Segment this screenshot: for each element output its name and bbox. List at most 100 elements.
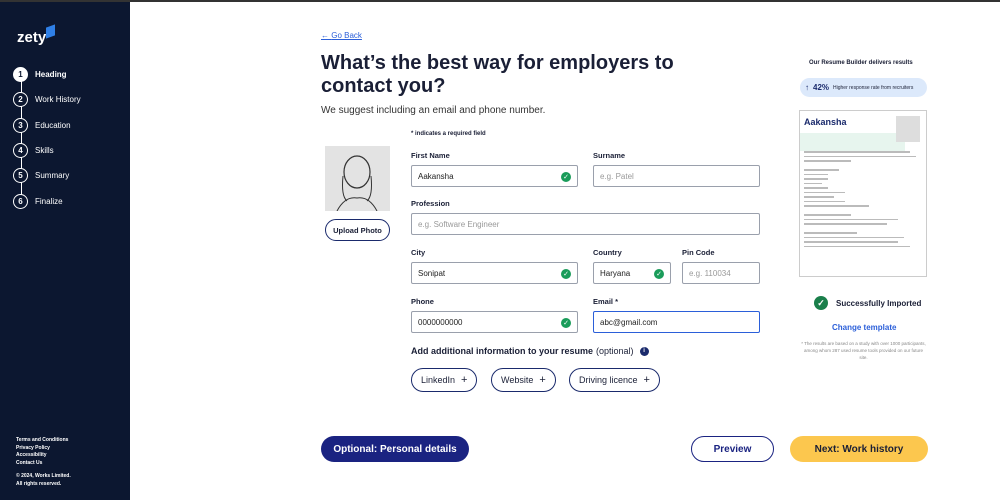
copyright: © 2024, Works Limited. (16, 473, 71, 479)
resume-text-line (804, 205, 869, 207)
step-number: 3 (13, 117, 28, 133)
logo: zety (17, 29, 47, 46)
next-button[interactable]: Next: Work history (790, 436, 928, 462)
chip-label: LinkedIn (421, 375, 456, 385)
badge-value: 42% (813, 83, 830, 92)
status-text: Successfully Imported (836, 298, 922, 308)
arrow-up-icon: ↑ (805, 83, 809, 92)
phone-field: Phone 0000000000 ✓ (411, 297, 578, 333)
email-label: Email * (593, 297, 619, 306)
phone-value: 0000000000 (418, 317, 463, 327)
step-label: Skills (35, 146, 54, 156)
step-label: Heading (35, 70, 67, 80)
add-driving-licence-button[interactable]: Driving licence + (569, 368, 660, 392)
step-work-history[interactable]: 2 Work History (13, 87, 81, 112)
add-linkedin-button[interactable]: LinkedIn + (411, 368, 478, 392)
optional-personal-details-button[interactable]: Optional: Personal details (321, 436, 469, 462)
step-number: 2 (13, 92, 28, 108)
resume-text-line (804, 169, 840, 171)
change-template-link[interactable]: Change template (832, 323, 896, 332)
pin-code-input[interactable]: e.g. 110034 (682, 262, 760, 284)
sidebar-footer: Terms and Conditions Privacy Policy Acce… (16, 437, 71, 488)
country-value: Haryana (600, 268, 631, 278)
plus-icon: + (539, 374, 546, 386)
check-icon: ✓ (654, 269, 664, 279)
surname-input[interactable]: e.g. Patel (593, 165, 760, 187)
resume-text-line (804, 187, 828, 189)
resume-preview[interactable]: Aakansha (799, 110, 927, 277)
top-bar (0, 0, 1000, 2)
check-icon: ✓ (561, 172, 571, 182)
resume-text-line (804, 232, 858, 234)
first-name-label: First Name (411, 151, 450, 160)
import-status: ✓ Successfully Imported (814, 296, 921, 310)
first-name-field: First Name Aakansha ✓ (411, 151, 578, 187)
resume-text-line (804, 245, 911, 247)
accessibility-link[interactable]: Accessibility (16, 452, 71, 460)
badge-text: Higher response rate from recruiters (833, 84, 914, 91)
country-input[interactable]: Haryana ✓ (593, 262, 671, 284)
preview-button[interactable]: Preview (691, 436, 774, 462)
go-back-label: Go Back (331, 31, 362, 40)
response-rate-badge: ↑ 42% Higher response rate from recruiters (800, 78, 927, 97)
city-input[interactable]: Sonipat ✓ (411, 262, 578, 284)
city-value: Sonipat (418, 268, 446, 278)
page-title: What’s the best way for employers to con… (321, 52, 674, 97)
footnote: * The results are based on a study with … (801, 341, 926, 360)
optional-label: (optional) (596, 346, 634, 356)
first-name-value: Aakansha (418, 171, 454, 181)
phone-label: Phone (411, 297, 434, 306)
profession-label: Profession (411, 199, 450, 208)
step-summary[interactable]: 5 Summary (13, 163, 81, 188)
step-finalize[interactable]: 6 Finalize (13, 188, 81, 213)
results-title: Our Resume Builder delivers results (809, 60, 913, 66)
step-heading[interactable]: 1 Heading (13, 62, 81, 87)
additional-info-label: Add additional information to your resum… (411, 346, 594, 356)
step-number: 6 (13, 193, 28, 209)
step-number: 1 (13, 67, 28, 83)
resume-text-line (804, 200, 846, 202)
resume-lines (804, 151, 922, 247)
pin-code-label: Pin Code (682, 248, 715, 257)
upload-photo-button[interactable]: Upload Photo (325, 219, 390, 241)
sidebar: zety 1 Heading 2 Work History 3 Education 4 Ski… (0, 2, 130, 500)
privacy-link[interactable]: Privacy Policy (16, 445, 71, 453)
terms-link[interactable]: Terms and Conditions (16, 437, 71, 445)
chip-label: Website (501, 375, 534, 385)
resume-text-line (804, 223, 887, 225)
add-website-button[interactable]: Website + (491, 368, 556, 392)
resume-text-line (804, 191, 846, 193)
check-icon: ✓ (561, 318, 571, 328)
step-label: Education (35, 120, 71, 130)
resume-text-line (804, 151, 911, 153)
additional-info-heading: Add additional information to your resum… (411, 346, 649, 356)
info-icon[interactable]: i (639, 346, 649, 356)
check-icon: ✓ (561, 269, 571, 279)
plus-icon: + (461, 374, 468, 386)
first-name-input[interactable]: Aakansha ✓ (411, 165, 578, 187)
phone-input[interactable]: 0000000000 ✓ (411, 311, 578, 333)
go-back-link[interactable]: ← Go Back (321, 31, 362, 40)
email-field: Email * abc@gmail.com (593, 297, 760, 333)
resume-text-line (804, 173, 828, 175)
steps-list: 1 Heading 2 Work History 3 Education 4 Skills 5 S… (13, 62, 81, 214)
resume-photo (896, 116, 920, 142)
step-skills[interactable]: 4 Skills (13, 138, 81, 163)
required-note: * indicates a required field (411, 131, 486, 137)
resume-text-line (804, 196, 834, 198)
city-label: City (411, 248, 426, 257)
step-number: 4 (13, 143, 28, 159)
resume-text-line (804, 155, 917, 157)
profession-input[interactable]: e.g. Software Engineer (411, 213, 760, 235)
check-circle-icon: ✓ (814, 296, 828, 310)
country-label: Country (593, 248, 622, 257)
email-input[interactable]: abc@gmail.com (593, 311, 760, 333)
step-number: 5 (13, 168, 28, 184)
profile-photo-placeholder (325, 146, 390, 211)
country-field: Country Haryana ✓ (593, 248, 671, 284)
chip-label: Driving licence (579, 375, 638, 385)
rights: All rights reserved. (16, 480, 62, 487)
contact-link[interactable]: Contact Us (16, 460, 71, 468)
profession-field: Profession e.g. Software Engineer (411, 199, 760, 235)
step-education[interactable]: 3 Education (13, 113, 81, 138)
